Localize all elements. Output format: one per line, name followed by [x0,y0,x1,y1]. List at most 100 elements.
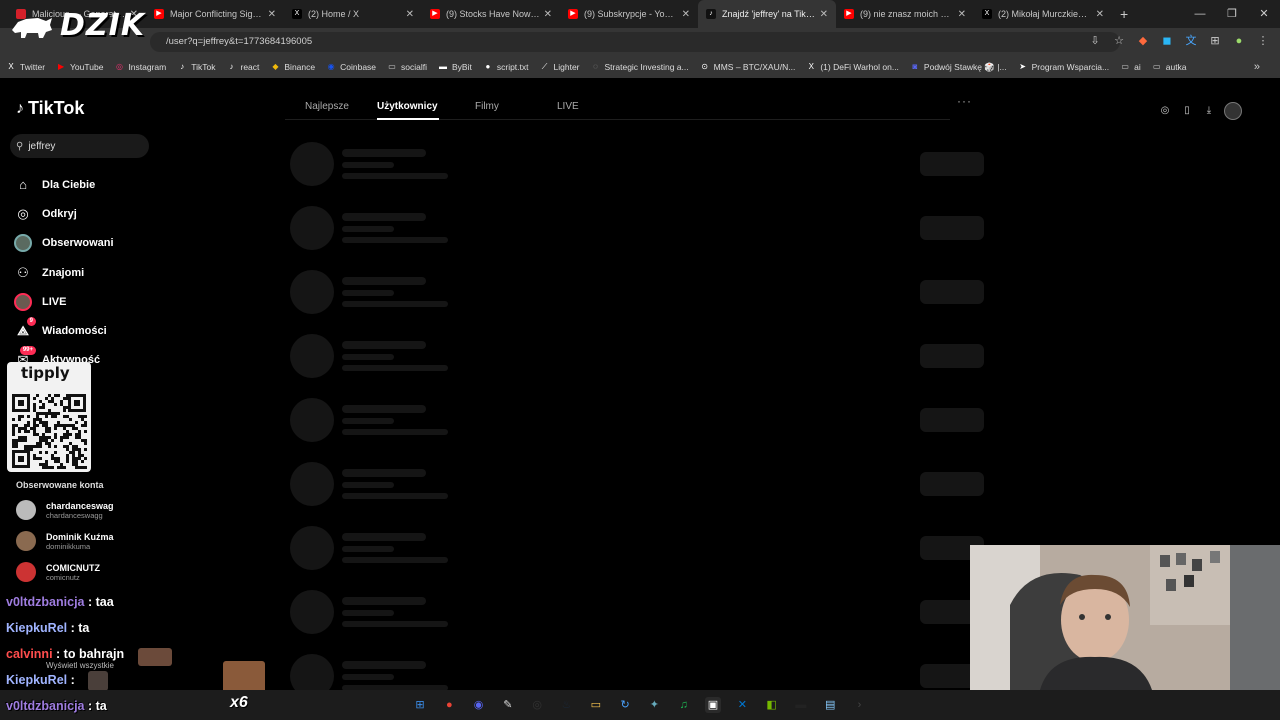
windows-start-icon[interactable]: ⊞ [412,697,428,713]
nvidia-icon[interactable]: ◧ [764,697,780,713]
browser-tab[interactable]: ▶ (9) Stocks Have Now Dropped ✕ [422,0,560,28]
close-tab-icon[interactable]: ✕ [1096,9,1104,20]
chat-username: KiepkuRel [6,621,68,635]
close-tab-icon[interactable]: ✕ [544,9,552,20]
chrome-icon[interactable]: ● [441,697,457,713]
close-tab-icon[interactable]: ✕ [820,9,828,20]
user-result-placeholder [290,590,985,634]
sidebar-item-obserwowani[interactable]: Obserwowani [14,229,144,258]
bookmark-item[interactable]: ▭ autka [1152,62,1187,72]
bookmark-item[interactable]: X (1) DeFi Warhol on... [806,62,899,72]
profile-avatar[interactable] [1224,102,1242,120]
close-tab-icon[interactable]: ✕ [268,9,276,20]
tab-strip: Malicious — Generated Pro✕▶Major Conflic… [8,0,1112,28]
bookmark-item[interactable]: ▬ ByBit [438,62,472,72]
sidebar-item-odkryj[interactable]: ◎ Odkryj [14,199,144,228]
bookmark-item[interactable]: ◆ Binance [270,62,315,72]
app-icon[interactable]: ✕ [734,697,750,713]
notes-icon[interactable]: ▤ [822,697,838,713]
translate-icon[interactable]: 文 [1182,32,1200,50]
browser-tab[interactable]: ▶ (9) Subskrypcje - YouTube ✕ [560,0,698,28]
close-tab-icon[interactable]: ✕ [682,9,690,20]
bookmark-item[interactable]: ▭ socialfi [387,62,427,72]
sidebar-item-znajomi[interactable]: ⚇ Znajomi [14,258,144,287]
bookmark-icon: ● [485,62,491,71]
download-icon[interactable]: ⤓ [1202,104,1216,118]
text-placeholder [342,597,426,605]
browser-tab[interactable]: ▶ (9) nie znasz moich poglądów ✕ [836,0,974,28]
bookmark-item[interactable]: ⊙ MMS – BTC/XAU/N... [700,62,795,72]
bookmark-item[interactable]: ♪ TikTok [177,62,215,72]
more-options-icon[interactable]: ··· [957,94,972,108]
bookmark-icon: ▭ [388,62,396,71]
extension-icon[interactable]: ◆ [1134,32,1152,50]
bookmark-item[interactable]: ◙ Podwój Stawkę 🎲 |... [910,62,1007,73]
profile-avatar-icon[interactable]: ● [1230,32,1248,50]
sidebar-item-wiadomości[interactable]: ⟁ 9 Wiadomości [14,316,144,345]
url-field[interactable]: /user?q=jeffrey&t=1773684196005 [150,32,1120,52]
followed-account[interactable]: chardanceswag chardanceswagg [16,500,156,520]
bookmark-item[interactable]: ⟋ Lighter [540,62,580,72]
show-all-link[interactable]: Wyświetl wszystkie [46,661,114,670]
bookmark-star-icon[interactable]: ☆ [1110,32,1128,50]
bookmark-item[interactable]: ● script.txt [483,62,528,72]
bookmark-item[interactable]: ◌ Strategic Investing a... [591,62,689,72]
bookmark-item[interactable]: ▶ YouTube [56,62,103,72]
tipply-logo-text: tipply [21,364,70,382]
tiktok-logo[interactable]: ♪ TikTok [16,98,84,119]
notepad-plus-icon[interactable]: ✎ [500,697,516,713]
file-explorer-icon[interactable]: ▭ [588,697,604,713]
browser-tab[interactable]: X (2) Mikołaj Murczkiewicz ✕ [974,0,1112,28]
bookmark-item[interactable]: ♪ react [226,62,259,72]
followed-account[interactable]: Dominik Kuźma dominikkuma [16,531,156,551]
bookmarks-overflow-icon[interactable]: » [1254,61,1260,73]
sidebar-item-label: Obserwowani [42,237,114,250]
sidebar-item-dla-ciebie[interactable]: ⌂ Dla Ciebie [14,170,144,199]
close-tab-icon[interactable]: ✕ [406,9,414,20]
tab-najlepsze[interactable]: Najlepsze [305,101,349,112]
install-app-icon[interactable]: ⇩ [1086,32,1104,50]
discord-alt-icon[interactable]: ▣ [705,697,721,713]
discord-icon[interactable]: ◉ [471,697,487,713]
refresh-app-icon[interactable]: ↻ [617,697,633,713]
close-window-icon[interactable]: ✕ [1248,0,1280,28]
bookmark-item[interactable]: X Twitter [6,62,45,72]
browser-tab[interactable]: ♪ Znajdź 'jeffrey' na TikTok ✕ [698,0,836,28]
bookmark-label: Strategic Investing a... [604,62,689,72]
followed-account[interactable]: COMICNUTZ comicnutz [16,562,156,582]
extensions-puzzle-icon[interactable]: ⊞ [1206,32,1224,50]
obs-icon[interactable]: ◎ [529,697,545,713]
minimize-icon[interactable]: — [1184,0,1216,28]
menu-kebab-icon[interactable]: ⋮ [1254,32,1272,50]
cmd-icon[interactable]: › [852,697,868,713]
browser-tab-bar: Malicious — Generated Pro✕▶Major Conflic… [0,0,1280,28]
restore-icon[interactable]: ❐ [1216,0,1248,28]
text-placeholder [342,418,394,424]
spotify-icon[interactable]: ♫ [676,697,692,713]
bookmark-item[interactable]: ◎ Instagram [114,62,166,72]
new-tab-button[interactable]: + [1120,6,1128,22]
sidebar-item-live[interactable]: LIVE [14,287,144,316]
text-placeholder [342,405,426,413]
account-avatar [16,531,36,551]
tab-filmy[interactable]: Filmy [475,101,499,112]
bookmark-item[interactable]: ◉ Coinbase [326,62,376,72]
text-placeholder [342,162,394,168]
tab-live[interactable]: LIVE [557,101,579,112]
terminal-icon[interactable]: ▬ [793,697,809,713]
browser-tab[interactable]: X (2) Home / X ✕ [284,0,422,28]
search-input[interactable]: ⚲ jeffrey [10,134,149,158]
coins-icon[interactable]: ◎ [1158,104,1172,118]
close-tab-icon[interactable]: ✕ [958,9,966,20]
tab-uzytkownicy[interactable]: Użytkownicy [377,101,438,112]
account-handle: dominikkuma [46,541,91,551]
bookmark-item[interactable]: ➤ Program Wsparcia... [1018,62,1109,72]
steam-icon[interactable]: ♨ [559,697,575,713]
tool-icon[interactable]: ✦ [646,697,662,713]
device-icon[interactable]: ▯ [1180,104,1194,118]
bookmark-label: Binance [284,62,316,72]
bookmark-item[interactable]: ▭ ai [1120,62,1140,72]
browser-tab[interactable]: ▶ Major Conflicting Signals ✕ [146,0,284,28]
bookmark-icon: ▶ [57,62,65,71]
extension-icon[interactable]: ◼ [1158,32,1176,50]
